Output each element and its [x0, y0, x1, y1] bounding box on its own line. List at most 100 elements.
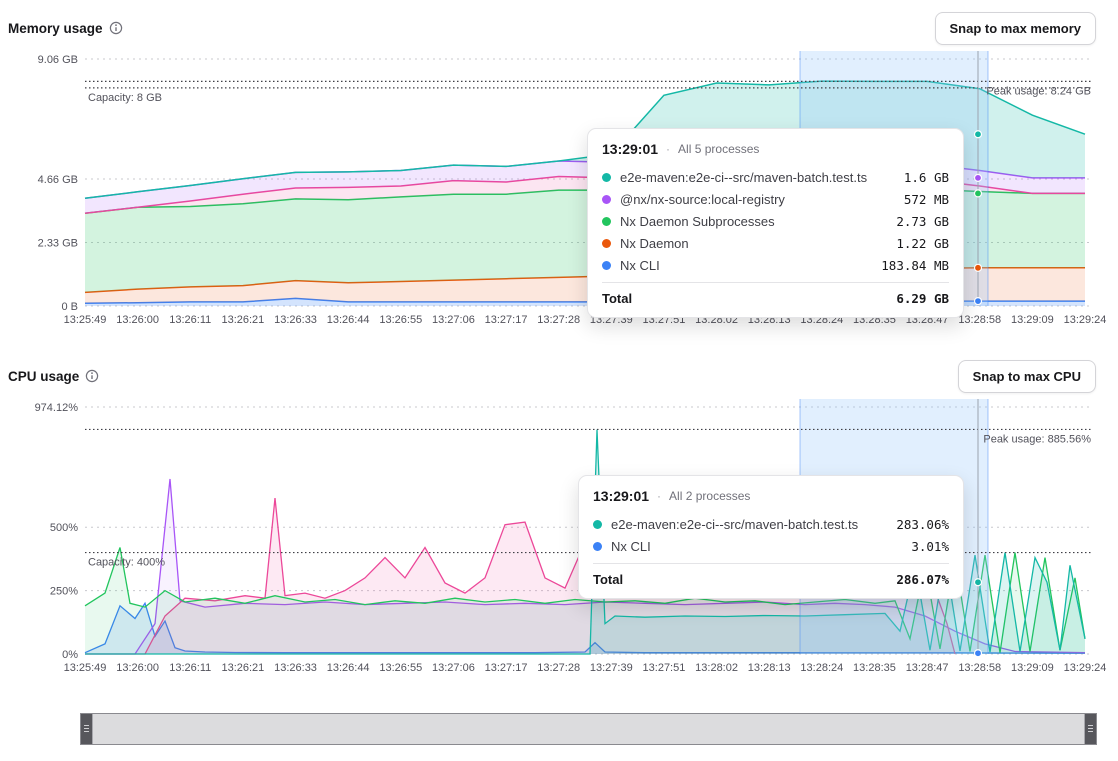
x-axis-tick-label: 13:26:44: [327, 662, 370, 674]
y-axis-tick-label: 500%: [50, 522, 78, 534]
tooltip-process-count: All 5 processes: [678, 142, 759, 156]
dot-separator: ·: [666, 142, 670, 156]
x-axis-tick-label: 13:27:17: [485, 662, 528, 674]
hover-series-dot: [975, 131, 982, 138]
snap-to-max-cpu-button[interactable]: Snap to max CPU: [958, 360, 1096, 393]
hover-series-dot: [975, 298, 982, 305]
timeline-brush[interactable]: [80, 713, 1097, 745]
x-axis-tick-label: 13:29:09: [1011, 662, 1054, 674]
total-label: Total: [593, 572, 887, 587]
x-axis-tick-label: 13:28:58: [958, 662, 1001, 674]
y-axis-tick-label: 2.33 GB: [38, 237, 78, 249]
tooltip-row: Nx CLI 3.01%: [593, 535, 949, 557]
y-axis-tick-label: 0%: [62, 649, 78, 661]
grip-icon: [1088, 725, 1093, 734]
x-axis-tick-label: 13:27:17: [485, 314, 528, 326]
x-axis-tick-label: 13:26:21: [221, 314, 264, 326]
memory-chart-header: Memory usage Snap to max memory: [0, 11, 1118, 45]
brush-track[interactable]: [92, 714, 1085, 744]
x-axis-tick-label: 13:29:24: [1064, 314, 1107, 326]
series-color-dot-icon: [602, 195, 611, 204]
tooltip-header: 13:29:01·All 2 processes: [593, 486, 949, 504]
process-value: 183.84 MB: [881, 258, 949, 273]
process-name: Nx CLI: [620, 258, 872, 273]
cpu-chart-header: CPU usage Snap to max CPU: [0, 359, 1118, 393]
tooltip-row: e2e-maven:e2e-ci--src/maven-batch.test.t…: [593, 513, 949, 535]
process-value: 283.06%: [896, 517, 949, 532]
hover-series-dot: [975, 174, 982, 181]
brush-handle-left[interactable]: [81, 714, 92, 744]
x-axis-tick-label: 13:27:39: [590, 662, 633, 674]
x-axis-tick-label: 13:27:06: [432, 662, 475, 674]
y-axis-tick-label: 974.12%: [35, 402, 79, 414]
series-color-dot-icon: [602, 239, 611, 248]
capacity-label: Capacity: 8 GB: [88, 92, 162, 104]
capacity-label: Capacity: 400%: [88, 557, 165, 569]
process-name: Nx CLI: [611, 539, 902, 554]
x-axis-tick-label: 13:25:49: [64, 662, 107, 674]
tooltip-row: @nx/nx-source:local-registry 572 MB: [602, 188, 949, 210]
hover-series-dot: [975, 264, 982, 271]
tooltip-process-count: All 2 processes: [669, 489, 750, 503]
process-value: 3.01%: [911, 539, 949, 554]
x-axis-tick-label: 13:26:21: [221, 662, 264, 674]
tooltip-total-row: Total 286.07%: [593, 563, 949, 590]
x-axis-tick-label: 13:27:51: [643, 662, 686, 674]
process-name: Nx Daemon Subprocesses: [620, 214, 887, 229]
process-name: e2e-maven:e2e-ci--src/maven-batch.test.t…: [611, 517, 887, 532]
y-axis-tick-label: 250%: [50, 586, 78, 598]
cpu-tooltip: 13:29:01·All 2 processese2e-maven:e2e-ci…: [578, 475, 964, 599]
process-value: 572 MB: [904, 192, 949, 207]
grip-icon: [84, 725, 89, 734]
series-color-dot-icon: [593, 542, 602, 551]
y-axis-tick-label: 4.66 GB: [38, 174, 78, 186]
series-color-dot-icon: [602, 217, 611, 226]
x-axis-tick-label: 13:27:06: [432, 314, 475, 326]
process-name: Nx Daemon: [620, 236, 887, 251]
snap-to-max-memory-button[interactable]: Snap to max memory: [935, 12, 1097, 45]
memory-tooltip: 13:29:01 · All 5 processes e2e-maven:e2e-ci…: [587, 128, 964, 318]
peak-label: Peak usage: 885.56%: [983, 433, 1091, 445]
tooltip-row: Nx CLI 183.84 MB: [602, 254, 949, 276]
x-axis-tick-label: 13:28:13: [748, 662, 791, 674]
tooltip-header: 13:29:01 · All 5 processes: [602, 139, 949, 157]
x-axis-tick-label: 13:29:09: [1011, 314, 1054, 326]
x-axis-tick-label: 13:25:49: [64, 314, 107, 326]
cpu-chart-title: CPU usage: [8, 369, 79, 384]
x-axis-tick-label: 13:28:35: [853, 662, 896, 674]
y-axis-tick-label: 9.06 GB: [38, 54, 78, 66]
hover-series-dot: [975, 190, 982, 197]
peak-label: Peak usage: 8.24 GB: [986, 85, 1091, 97]
x-axis-tick-label: 13:26:55: [379, 314, 422, 326]
total-value: 6.29 GB: [896, 291, 949, 306]
x-axis-tick-label: 13:27:28: [537, 662, 580, 674]
process-name: @nx/nx-source:local-registry: [620, 192, 895, 207]
tooltip-row: Nx Daemon Subprocesses 2.73 GB: [602, 210, 949, 232]
total-label: Total: [602, 291, 887, 306]
memory-chart-title: Memory usage: [8, 21, 103, 36]
x-axis-tick-label: 13:26:33: [274, 314, 317, 326]
x-axis-tick-label: 13:26:44: [327, 314, 370, 326]
info-icon[interactable]: [85, 369, 99, 383]
x-axis-tick-label: 13:28:58: [958, 314, 1001, 326]
series-color-dot-icon: [593, 520, 602, 529]
process-value: 2.73 GB: [896, 214, 949, 229]
tooltip-row: Nx Daemon1.22 GB: [602, 232, 949, 254]
brush-handle-right[interactable]: [1085, 714, 1096, 744]
x-axis-tick-label: 13:26:33: [274, 662, 317, 674]
dot-separator: ·: [657, 489, 661, 503]
tooltip-time: 13:29:01: [602, 141, 658, 157]
series-color-dot-icon: [602, 173, 611, 182]
x-axis-tick-label: 13:26:00: [116, 662, 159, 674]
x-axis-tick-label: 13:26:11: [169, 662, 211, 674]
x-axis-tick-label: 13:27:28: [537, 314, 580, 326]
x-axis-tick-label: 13:26:11: [169, 314, 211, 326]
info-icon[interactable]: [109, 21, 123, 35]
tooltip-total-row: Total 6.29 GB: [602, 282, 949, 309]
process-name: e2e-maven:e2e-ci--src/maven-batch.test.t…: [620, 170, 895, 185]
x-axis-tick-label: 13:26:55: [379, 662, 422, 674]
x-axis-tick-label: 13:28:24: [800, 662, 843, 674]
total-value: 286.07%: [896, 572, 949, 587]
series-color-dot-icon: [602, 261, 611, 270]
x-axis-tick-label: 13:28:47: [906, 662, 949, 674]
